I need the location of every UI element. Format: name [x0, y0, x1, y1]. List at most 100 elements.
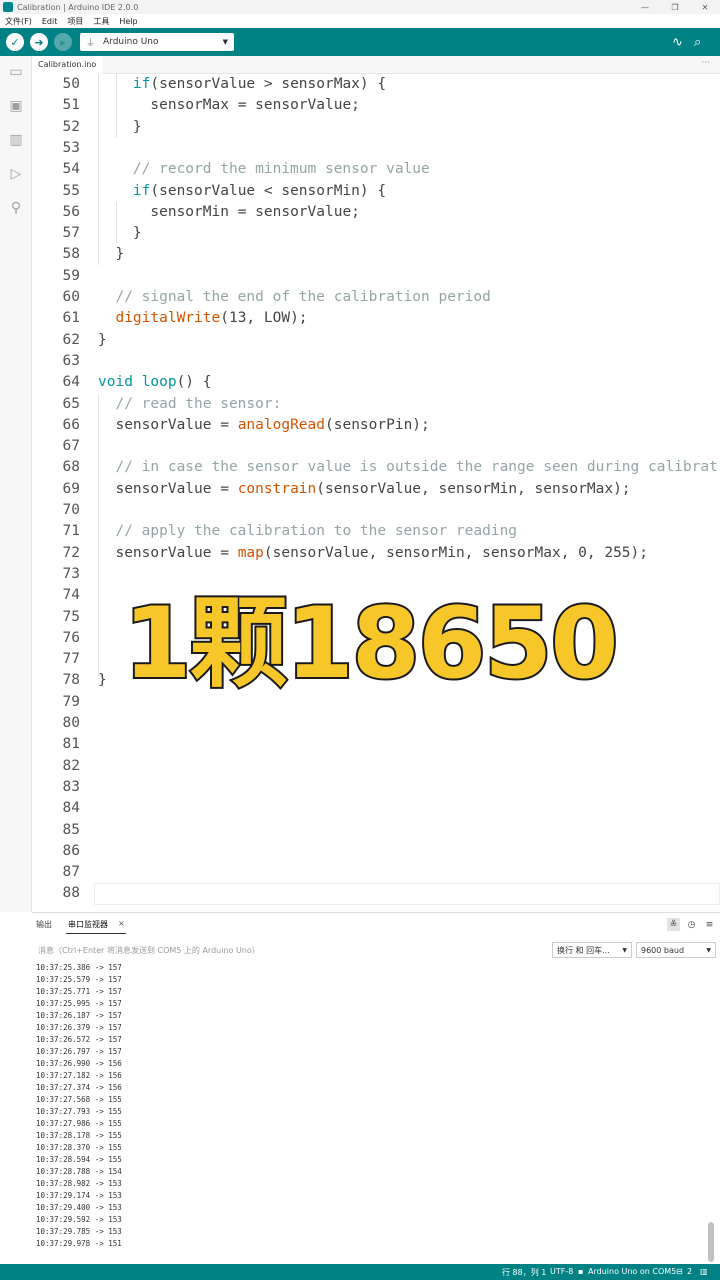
cursor-position: 行 88，列 1	[502, 1268, 547, 1277]
code-editor[interactable]: 50 if(sensorValue > sensorMax) {51 senso…	[32, 74, 720, 912]
code-token: digitalWrite	[115, 310, 221, 327]
code-line[interactable]: 68 // in case the sensor value is outsid…	[32, 457, 720, 478]
code-line[interactable]: 52 }	[32, 117, 720, 138]
code-line[interactable]: 57 }	[32, 223, 720, 244]
line-number: 65	[62, 395, 80, 412]
line-ending-select[interactable]: 换行 和 回车... ▼	[552, 942, 632, 958]
close-window-icon[interactable]: ✕	[690, 0, 720, 14]
code-line[interactable]: 70	[32, 500, 720, 521]
menu-help[interactable]: Help	[114, 17, 142, 26]
code-line[interactable]: 56 sensorMin = sensorValue;	[32, 202, 720, 223]
code-token: if	[132, 182, 151, 199]
serial-log-line: 10:37:25.386 -> 157	[36, 963, 122, 972]
menu-project[interactable]: 项目	[62, 16, 88, 27]
serial-log-line: 10:37:29.785 -> 153	[36, 1227, 122, 1236]
autoscroll-icon[interactable]: ≚	[667, 918, 680, 931]
code-line[interactable]: 55 if(sensorValue < sensorMin) {	[32, 181, 720, 202]
code-token: sensorValue =	[115, 416, 238, 433]
menu-tools[interactable]: 工具	[88, 16, 114, 27]
serial-plotter-icon[interactable]: ∿	[672, 28, 683, 56]
line-number: 51	[62, 97, 80, 114]
line-number: 54	[62, 161, 80, 178]
serial-output-log[interactable]: 10:37:25.386 -> 157 10:37:25.579 -> 157 10…	[36, 963, 696, 1263]
code-line[interactable]: 82	[32, 756, 720, 777]
upload-arrow-icon[interactable]: ➜	[30, 33, 48, 51]
board-selector[interactable]: ⏚ Arduino Uno ▼	[80, 33, 234, 51]
folder-icon[interactable]: ▭	[6, 62, 26, 82]
code-line[interactable]: 59	[32, 266, 720, 287]
debug-icon[interactable]: ▸	[54, 33, 72, 51]
code-line[interactable]: 71 // apply the calibration to the senso…	[32, 521, 720, 542]
tab-calibration-ino[interactable]: Calibration.ino	[32, 56, 103, 74]
code-line[interactable]: 62}	[32, 330, 720, 351]
tab-output[interactable]: 输出	[36, 919, 52, 930]
code-line[interactable]: 80	[32, 713, 720, 734]
layout-icon[interactable]: ▥	[700, 1267, 708, 1276]
code-line[interactable]: 88	[32, 883, 720, 905]
code-line[interactable]: 81	[32, 734, 720, 755]
code-line[interactable]: 50 if(sensorValue > sensorMax) {	[32, 74, 720, 95]
serial-log-line: 10:37:26.379 -> 157	[36, 1023, 122, 1032]
line-number: 60	[62, 289, 80, 305]
board-manager-icon[interactable]: ▣	[6, 96, 26, 116]
code-line[interactable]: 53	[32, 138, 720, 159]
code-line[interactable]: 86	[32, 841, 720, 862]
serial-log-line: 10:37:29.978 -> 151	[36, 1239, 122, 1248]
baud-rate-select[interactable]: 9600 baud ▼	[636, 942, 716, 958]
serial-log-line: 10:37:25.579 -> 157	[36, 975, 122, 984]
code-token: }	[132, 118, 142, 135]
serial-log-line: 10:37:29.592 -> 153	[36, 1215, 122, 1224]
code-line[interactable]: 83	[32, 777, 720, 798]
code-line[interactable]: 65 // read the sensor:	[32, 394, 720, 415]
code-line[interactable]: 85	[32, 820, 720, 841]
clear-output-icon[interactable]: ≡	[703, 918, 716, 931]
code-line[interactable]: 67	[32, 436, 720, 457]
menu-edit[interactable]: Edit	[37, 17, 63, 26]
line-number: 50	[62, 76, 80, 92]
verify-checkmark-icon[interactable]: ✓	[6, 33, 24, 51]
serial-log-line: 10:37:28.982 -> 153	[36, 1179, 122, 1188]
code-line[interactable]: 84	[32, 798, 720, 819]
code-line[interactable]: 51 sensorMax = sensorValue;	[32, 95, 720, 116]
code-line[interactable]: 58 }	[32, 244, 720, 265]
code-line[interactable]: 54 // record the minimum sensor value	[32, 159, 720, 180]
editor-tab-bar: Calibration.ino ···	[32, 56, 720, 74]
serial-log-line: 10:37:29.174 -> 153	[36, 1191, 122, 1200]
timestamp-clock-icon[interactable]: ◷	[685, 918, 698, 931]
board-port-status[interactable]: Arduino Uno on COM5	[588, 1267, 676, 1276]
search-icon[interactable]: ⚲	[6, 198, 26, 218]
code-line[interactable]: 69 sensorValue = constrain(sensorValue, …	[32, 479, 720, 500]
code-line[interactable]: 66 sensorValue = analogRead(sensorPin);	[32, 415, 720, 436]
code-token: (sensorPin);	[325, 416, 430, 433]
close-tab-icon[interactable]: ×	[118, 919, 125, 928]
serial-log-line: 10:37:26.797 -> 157	[36, 1047, 122, 1056]
minimize-icon[interactable]: —	[630, 0, 660, 14]
code-line[interactable]: 61 digitalWrite(13, LOW);	[32, 308, 720, 329]
code-text: digitalWrite(13, LOW);	[98, 308, 307, 329]
more-ellipsis-icon[interactable]: ···	[701, 58, 710, 68]
code-line[interactable]: 60 // signal the end of the calibration …	[32, 287, 720, 308]
code-line[interactable]: 72 sensorValue = map(sensorValue, sensor…	[32, 543, 720, 564]
line-number: 83	[62, 778, 80, 795]
line-number: 84	[62, 800, 80, 817]
message-input[interactable]: 消息（Ctrl+Enter 将消息发送到 COM5 上的 Arduino Uno…	[34, 942, 548, 958]
notification-count: 2	[687, 1267, 693, 1276]
bell-icon[interactable]: ⊟	[676, 1267, 683, 1276]
tab-serial-monitor[interactable]: 串口监视器	[68, 919, 108, 930]
serial-log-line: 10:37:26.990 -> 156	[36, 1059, 122, 1068]
serial-monitor-icon[interactable]: ⌕	[694, 28, 701, 56]
menu-file[interactable]: 文件(F)	[0, 16, 37, 27]
maximize-icon[interactable]: ❐	[660, 0, 690, 14]
code-token: constrain	[237, 480, 317, 497]
code-line[interactable]: 63	[32, 351, 720, 372]
code-line[interactable]: 87	[32, 862, 720, 883]
serial-scrollbar[interactable]	[708, 1222, 714, 1262]
code-token: map	[237, 544, 264, 561]
debug-run-icon[interactable]: ▷	[6, 164, 26, 184]
code-line[interactable]: 64 void loop() {	[32, 372, 720, 393]
library-icon[interactable]: ▥	[6, 130, 26, 150]
